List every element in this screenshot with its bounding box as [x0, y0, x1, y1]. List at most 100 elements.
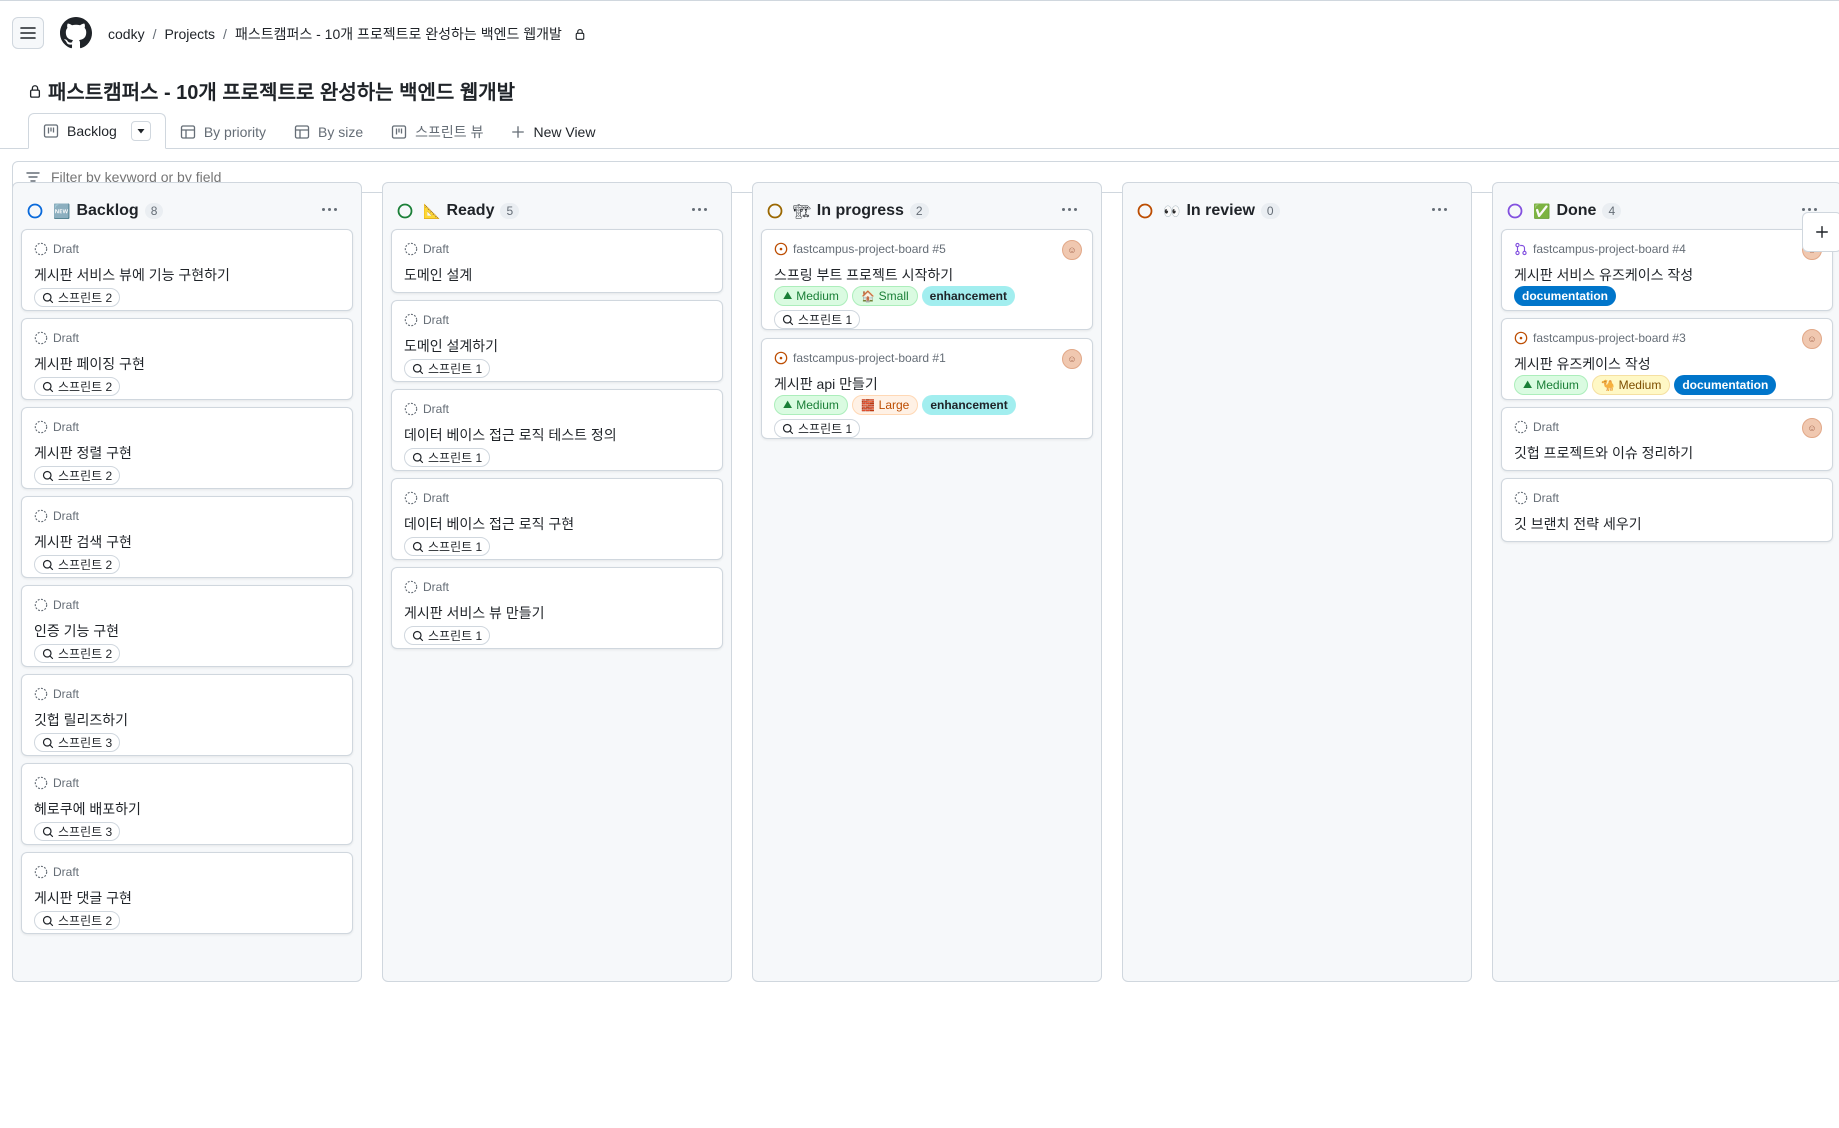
draft-icon — [404, 580, 418, 594]
card-meta: Draft — [404, 580, 449, 594]
iteration-text: 스프린트 1 — [428, 451, 483, 465]
label-enhancement[interactable]: enhancement — [922, 395, 1016, 415]
breadcrumb-project[interactable]: 패스트캠퍼스 - 10개 프로젝트로 완성하는 백엔드 웹개발 — [235, 24, 562, 44]
board-card[interactable]: Draft 게시판 서비스 뷰에 기능 구현하기 스프린트 2 — [21, 229, 353, 311]
assignee-avatar[interactable]: ☺ — [1802, 418, 1822, 438]
label-enhancement[interactable]: enhancement — [921, 286, 1016, 306]
card-title[interactable]: 깃헙 릴리즈하기 — [34, 710, 128, 730]
board-card[interactable]: Draft 인증 기능 구현 스프린트 2 — [21, 585, 353, 667]
label-medium[interactable]: ⛰ Medium — [774, 395, 848, 415]
label-documentation[interactable]: documentation — [1514, 286, 1616, 306]
board-card[interactable]: Draft 헤로쿠에 배포하기 스프린트 3 — [21, 763, 353, 845]
board-card[interactable]: Draft 게시판 페이징 구현 스프린트 2 — [21, 318, 353, 400]
card-title[interactable]: 인증 기능 구현 — [34, 621, 119, 641]
iteration-pill[interactable]: 스프린트 1 — [404, 537, 491, 556]
assignee-avatar[interactable]: ☺ — [1802, 329, 1822, 349]
board-card[interactable]: Draft 데이터 베이스 접근 로직 구현스프린트 1 — [391, 478, 723, 560]
label-medium[interactable]: ⛰ Medium — [1514, 375, 1588, 395]
iteration-pill[interactable]: 스프린트 2 — [34, 644, 121, 663]
card-meta: fastcampus-project-board #3 — [1514, 331, 1686, 345]
board-card[interactable]: Draft 게시판 서비스 뷰 만들기스프린트 1 — [391, 567, 723, 649]
card-title[interactable]: 깃헙 프로젝트와 이슈 정리하기 — [1514, 443, 1693, 463]
card-title[interactable]: 스프링 부트 프로젝트 시작하기 — [774, 265, 953, 285]
breadcrumb-owner[interactable]: codky — [108, 26, 145, 42]
board-card[interactable]: Draft 게시판 검색 구현 스프린트 2 — [21, 496, 353, 578]
iteration-pill[interactable]: 스프린트 1 — [404, 359, 491, 378]
assignee-avatar[interactable]: ☺ — [1062, 240, 1082, 260]
iteration-text: 스프린트 1 — [798, 422, 853, 436]
column-options-button[interactable] — [1057, 201, 1081, 217]
card-meta-text[interactable]: fastcampus-project-board #5 — [793, 242, 946, 256]
card-meta: Draft — [404, 491, 449, 505]
card-title[interactable]: 도메인 설계하기 — [404, 336, 498, 356]
label-small[interactable]: 🏠 Small — [851, 286, 918, 306]
iteration-pill[interactable]: 스프린트 2 — [34, 911, 121, 930]
menu-button[interactable] — [12, 17, 44, 49]
card-title[interactable]: 데이터 베이스 접근 로직 테스트 정의 — [404, 425, 617, 445]
tab-backlog[interactable]: Backlog — [28, 113, 166, 149]
card-title[interactable]: 게시판 유즈케이스 작성 — [1514, 354, 1651, 374]
card-title[interactable]: 게시판 정렬 구현 — [34, 443, 132, 463]
iteration-pill[interactable]: 스프린트 1 — [404, 448, 491, 467]
card-title[interactable]: 게시판 검색 구현 — [34, 532, 132, 552]
card-title[interactable]: 게시판 서비스 유즈케이스 작성 — [1514, 265, 1693, 285]
draft-icon — [404, 491, 418, 505]
card-title[interactable]: 깃 브랜치 전략 세우기 — [1514, 514, 1642, 534]
card-title[interactable]: 헤로쿠에 배포하기 — [34, 799, 141, 819]
iteration-text: 스프린트 1 — [428, 362, 483, 376]
board-card[interactable]: Draft 도메인 설계 — [391, 229, 723, 293]
column-options-button[interactable] — [317, 201, 341, 217]
board-card[interactable]: Draft 깃헙 프로젝트와 이슈 정리하기 ☺ — [1501, 407, 1833, 471]
github-logo-icon[interactable] — [60, 17, 92, 49]
label-medium[interactable]: ⛰ Medium — [774, 286, 848, 306]
card-title[interactable]: 게시판 api 만들기 — [774, 374, 878, 394]
card-title[interactable]: 게시판 서비스 뷰 만들기 — [404, 603, 544, 623]
draft-icon — [404, 242, 418, 256]
board-card[interactable]: Draft 깃 브랜치 전략 세우기 — [1501, 478, 1833, 542]
iteration-pill[interactable]: 스프린트 3 — [34, 733, 121, 752]
tab-by-size[interactable]: By size — [280, 114, 377, 149]
iteration-pill[interactable]: 스프린트 2 — [34, 555, 121, 574]
card-labels: ⛰ Medium 🧱 Large enhancement — [774, 395, 1016, 415]
board-card[interactable]: fastcampus-project-board #5 스프링 부트 프로젝트 시… — [761, 229, 1093, 330]
card-title[interactable]: 게시판 페이징 구현 — [34, 354, 145, 374]
label-documentation[interactable]: documentation — [1674, 375, 1777, 395]
card-title[interactable]: 게시판 댓글 구현 — [34, 888, 132, 908]
card-meta: fastcampus-project-board #5 — [774, 242, 946, 256]
iteration-pill[interactable]: 스프린트 3 — [34, 822, 121, 841]
iteration-pill[interactable]: 스프린트 2 — [34, 377, 121, 396]
iteration-pill[interactable]: 스프린트 2 — [34, 466, 121, 485]
board-card[interactable]: fastcampus-project-board #3 게시판 유즈케이스 작성 ⛰… — [1501, 318, 1833, 400]
label-large[interactable]: 🧱 Large — [851, 395, 919, 415]
assignee-avatar[interactable]: ☺ — [1062, 349, 1082, 369]
breadcrumb: codky / Projects / 패스트캠퍼스 - 10개 프로젝트로 완성… — [108, 24, 586, 44]
tab-new-view[interactable]: New View — [497, 114, 609, 149]
label-medium[interactable]: 🐪 Medium — [1591, 375, 1671, 395]
tab-options-button[interactable] — [130, 121, 151, 141]
iteration-pill[interactable]: 스프린트 1 — [774, 310, 861, 329]
column-options-button[interactable] — [1427, 201, 1451, 217]
board-card[interactable]: Draft 데이터 베이스 접근 로직 테스트 정의 스프린트 1 — [391, 389, 723, 471]
board-card[interactable]: fastcampus-project-board #1 게시판 api 만들기 ⛰ M… — [761, 338, 1093, 439]
column-options-button[interactable] — [687, 201, 711, 217]
board-card[interactable]: fastcampus-project-board #4 게시판 서비스 유즈케이스… — [1501, 229, 1833, 311]
board-card[interactable]: Draft 게시판 정렬 구현 스프린트 2 — [21, 407, 353, 489]
board-card[interactable]: Draft 도메인 설계하기 스프린트 1 — [391, 300, 723, 382]
add-column-button[interactable] — [1802, 212, 1839, 252]
iteration-pill[interactable]: 스프린트 1 — [404, 626, 491, 645]
iteration-pill[interactable]: 스프린트 2 — [34, 288, 121, 307]
column-emoji: 🏗 — [793, 202, 811, 219]
card-title[interactable]: 게시판 서비스 뷰에 기능 구현하기 — [34, 265, 230, 285]
board-card[interactable]: Draft 게시판 댓글 구현 스프린트 2 — [21, 852, 353, 934]
board-icon — [392, 124, 407, 139]
card-meta-text[interactable]: fastcampus-project-board #4 — [1533, 242, 1686, 256]
iteration-pill[interactable]: 스프린트 1 — [774, 419, 861, 438]
tab-by-priority[interactable]: By priority — [166, 114, 280, 149]
card-title[interactable]: 도메인 설계 — [404, 265, 472, 285]
card-title[interactable]: 데이터 베이스 접근 로직 구현 — [404, 514, 574, 534]
card-meta-text[interactable]: fastcampus-project-board #1 — [793, 351, 946, 365]
breadcrumb-projects[interactable]: Projects — [164, 26, 215, 42]
board-card[interactable]: Draft 깃헙 릴리즈하기 스프린트 3 — [21, 674, 353, 756]
tab-sprint-view[interactable]: 스프린트 뷰 — [377, 114, 497, 149]
card-meta-text[interactable]: fastcampus-project-board #3 — [1533, 331, 1686, 345]
